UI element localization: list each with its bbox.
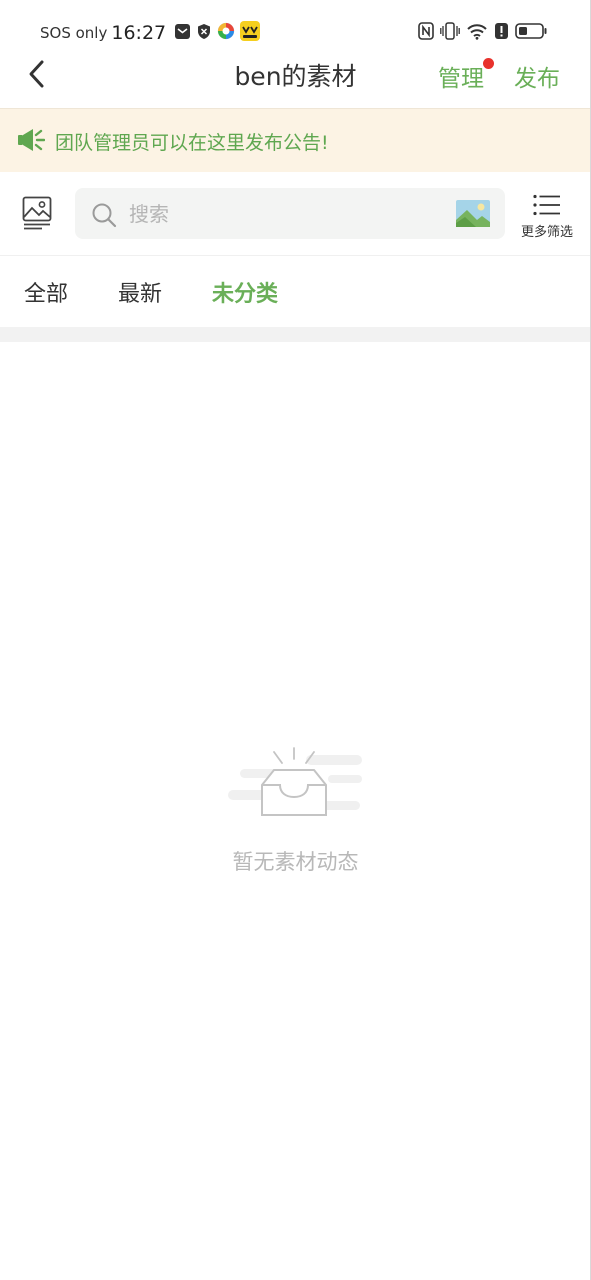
- announcement-text: 团队管理员可以在这里发布公告!: [55, 132, 329, 154]
- search-input[interactable]: [129, 198, 429, 230]
- mail-icon: [174, 23, 191, 44]
- more-filter-label: 更多筛选: [520, 225, 573, 240]
- alert-icon: [494, 22, 509, 44]
- battery-icon: [515, 22, 547, 44]
- clock: 16:27: [111, 22, 167, 44]
- browser-icon: [217, 22, 235, 44]
- status-bar-right: [418, 21, 553, 45]
- tab-uncategorized[interactable]: 未分类: [212, 276, 278, 308]
- shield-x-icon: [196, 23, 212, 44]
- tab-all[interactable]: 全部: [24, 276, 68, 308]
- manage-button[interactable]: 管理: [438, 59, 484, 93]
- empty-state-text: 暂无素材动态: [232, 850, 359, 874]
- empty-inbox-icon: [228, 745, 364, 827]
- app-yellow-icon: [240, 21, 261, 45]
- tab-latest[interactable]: 最新: [118, 276, 162, 308]
- section-divider: [0, 327, 591, 342]
- status-bar: SOS only 16:27: [0, 0, 591, 52]
- megaphone-icon: [18, 128, 46, 156]
- notification-dot: [483, 58, 494, 69]
- search-box[interactable]: [75, 188, 505, 239]
- more-filter-button[interactable]: 更多筛选: [514, 190, 580, 244]
- search-icon: [91, 202, 117, 232]
- tab-bar: 全部 最新 未分类: [0, 256, 591, 328]
- image-search-icon[interactable]: [456, 200, 490, 231]
- nfc-icon: [418, 22, 434, 44]
- vibrate-icon: [440, 22, 460, 44]
- publish-button[interactable]: 发布: [514, 59, 560, 93]
- gallery-icon[interactable]: [22, 196, 52, 234]
- wifi-icon: [466, 22, 488, 44]
- search-row: 更多筛选: [0, 172, 591, 256]
- status-bar-left: SOS only 16:27: [40, 21, 265, 45]
- announcement-banner[interactable]: 团队管理员可以在这里发布公告!: [0, 108, 591, 172]
- nav-bar: ben的素材 管理 发布: [0, 52, 591, 108]
- carrier-status: SOS only: [40, 24, 108, 42]
- page-title: ben的素材: [234, 62, 357, 91]
- list-filter-icon: [533, 194, 561, 220]
